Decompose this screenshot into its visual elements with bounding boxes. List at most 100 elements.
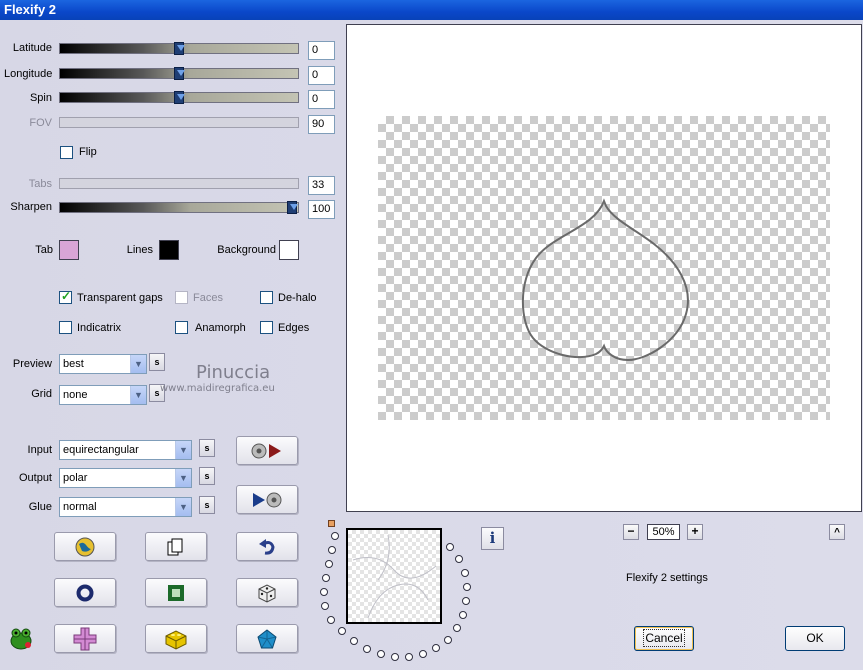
lines-color-label: Lines [126, 244, 153, 256]
background-color-swatch[interactable] [279, 240, 299, 260]
output-s-button[interactable]: s [199, 467, 215, 485]
window-title: Flexify 2 [0, 0, 863, 20]
play-right-button[interactable] [236, 436, 298, 465]
de-halo-checkbox[interactable] [260, 291, 273, 304]
longitude-slider[interactable] [59, 67, 299, 80]
edges-checkbox[interactable] [260, 321, 273, 334]
info-icon: i [489, 529, 496, 547]
orbit-dot[interactable] [363, 645, 371, 653]
chevron-down-icon[interactable]: ▼ [130, 355, 146, 373]
tabs-value: 33 [308, 176, 335, 195]
lines-color-swatch[interactable] [159, 240, 179, 260]
grid-select[interactable]: none ▼ [59, 385, 147, 405]
output-select-value: polar [63, 472, 88, 484]
spin-label: Spin [29, 92, 52, 104]
faces-checkbox [175, 291, 188, 304]
thumbnail-lines [352, 534, 437, 619]
thumbnail-preview[interactable] [346, 528, 442, 624]
orbit-dot[interactable] [463, 583, 471, 591]
handle-icon[interactable] [328, 520, 335, 527]
preview-select[interactable]: best ▼ [59, 354, 147, 374]
grid-label: Grid [31, 388, 52, 400]
orbit-dot[interactable] [350, 637, 358, 645]
spin-slider-thumb[interactable] [174, 91, 185, 104]
sharpen-slider-thumb[interactable] [287, 201, 298, 214]
tab-color-label: Tab [35, 244, 53, 256]
cube-button[interactable] [145, 624, 207, 653]
orbit-dot[interactable] [338, 627, 346, 635]
sharpen-slider[interactable] [59, 201, 299, 214]
orbit-dot[interactable] [444, 636, 452, 644]
play-left-icon [253, 492, 282, 507]
play-left-button[interactable] [236, 485, 298, 514]
preview-s-button[interactable]: s [149, 353, 165, 371]
orbit-dot[interactable] [446, 543, 454, 551]
orbit-dot[interactable] [405, 653, 413, 661]
chevron-down-icon[interactable]: ▼ [175, 498, 191, 516]
orbit-dot[interactable] [391, 653, 399, 661]
orbit-dot[interactable] [432, 644, 440, 652]
preview-label: Preview [12, 358, 52, 370]
orbit-dot[interactable] [419, 650, 427, 658]
input-select[interactable]: equirectangular ▼ [59, 440, 192, 460]
chevron-down-icon[interactable]: ▼ [130, 386, 146, 404]
flip-checkbox[interactable] [60, 146, 73, 159]
fov-label: FOV [29, 117, 52, 129]
zoom-out-button[interactable]: − [623, 524, 639, 540]
orbit-dot[interactable] [320, 588, 328, 596]
glue-select[interactable]: normal ▼ [59, 497, 192, 517]
frog-icon[interactable] [8, 625, 34, 654]
watermark-name: Pinuccia [196, 362, 271, 383]
chevron-down-icon[interactable]: ▼ [175, 469, 191, 487]
longitude-slider-thumb[interactable] [174, 67, 185, 80]
orbit-dot[interactable] [322, 574, 330, 582]
spin-slider[interactable] [59, 91, 299, 104]
orbit-dot[interactable] [325, 560, 333, 568]
tab-color-swatch[interactable] [59, 240, 79, 260]
orbit-dot[interactable] [461, 569, 469, 577]
orbit-dot[interactable] [455, 555, 463, 563]
undo-icon [259, 538, 275, 555]
tabs-label: Tabs [28, 178, 52, 190]
dice-button[interactable] [236, 578, 298, 607]
ring-button[interactable] [54, 578, 116, 607]
spin-value[interactable]: 0 [308, 90, 335, 109]
orbit-dot[interactable] [459, 611, 467, 619]
longitude-value[interactable]: 0 [308, 66, 335, 85]
watermark-url: www.maidiregrafica.eu [160, 383, 275, 394]
preview-canvas[interactable] [346, 24, 862, 512]
input-s-button[interactable]: s [199, 439, 215, 457]
ok-button[interactable]: OK [785, 626, 845, 651]
orbit-dot[interactable] [327, 616, 335, 624]
orbit-dot[interactable] [328, 546, 336, 554]
copy-button[interactable] [145, 532, 207, 561]
latitude-slider[interactable] [59, 42, 299, 55]
globe-button[interactable] [54, 532, 116, 561]
glue-s-button[interactable]: s [199, 496, 215, 514]
zoom-in-button[interactable]: + [687, 524, 703, 540]
fov-slider [59, 117, 299, 128]
orbit-dot[interactable] [331, 532, 339, 540]
orbit-dot[interactable] [462, 597, 470, 605]
heart-shape [521, 198, 689, 362]
indicatrix-checkbox[interactable] [59, 321, 72, 334]
collapse-button[interactable]: ^ [829, 524, 845, 540]
cross-button[interactable] [54, 624, 116, 653]
input-label: Input [27, 444, 52, 456]
square-button[interactable] [145, 578, 207, 607]
cancel-button[interactable]: Cancel [634, 626, 694, 651]
anamorph-checkbox[interactable] [175, 321, 188, 334]
latitude-value[interactable]: 0 [308, 41, 335, 60]
sharpen-value[interactable]: 100 [308, 200, 335, 219]
orbit-dot[interactable] [377, 650, 385, 658]
undo-button[interactable] [236, 532, 298, 561]
de-halo-label: De-halo [278, 292, 317, 304]
chevron-down-icon[interactable]: ▼ [175, 441, 191, 459]
output-select[interactable]: polar ▼ [59, 468, 192, 488]
pentagon-button[interactable] [236, 624, 298, 653]
info-button[interactable]: i [481, 527, 504, 550]
orbit-dot[interactable] [321, 602, 329, 610]
orbit-dot[interactable] [453, 624, 461, 632]
latitude-slider-thumb[interactable] [174, 42, 185, 55]
transparent-gaps-checkbox[interactable]: ✓ [59, 289, 72, 304]
